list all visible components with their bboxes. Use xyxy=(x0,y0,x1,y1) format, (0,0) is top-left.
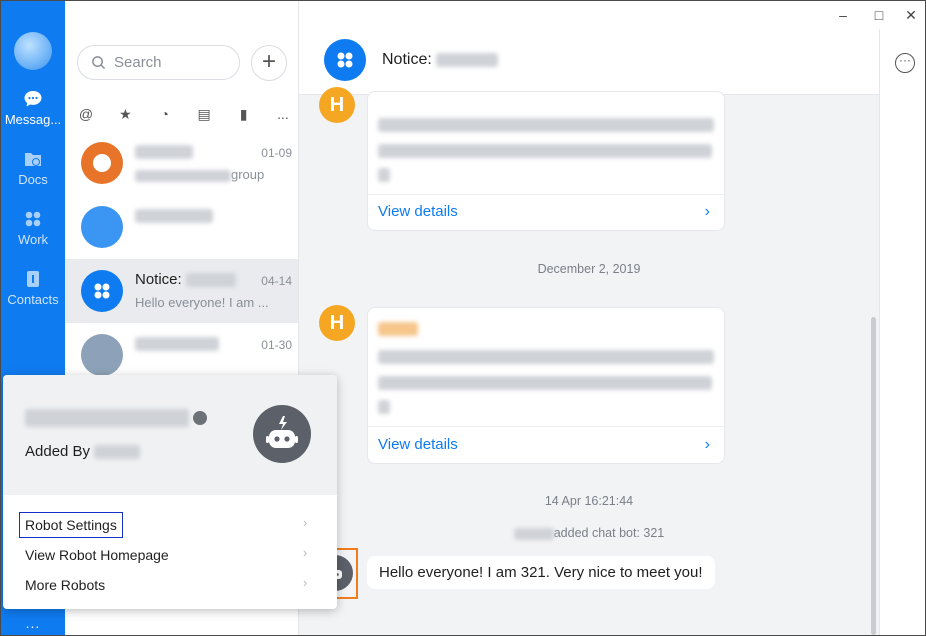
rail-item-contacts[interactable]: Contacts xyxy=(1,269,65,307)
window-titlebar: – □ ✕ xyxy=(299,1,925,29)
search-input[interactable]: Search xyxy=(77,45,240,80)
rail-item-messages[interactable]: Messag... xyxy=(1,89,65,127)
timestamp: December 2, 2019 xyxy=(537,262,641,276)
chat-title: Notice: xyxy=(382,51,499,69)
list-item[interactable]: Notice: 04-14 Hello everyone! I am ... xyxy=(65,259,298,323)
filter-bar: @ ★ ◔ ▤ ▮ ... xyxy=(77,105,292,123)
popup-header: Added By xyxy=(3,375,337,495)
conversation-date: 01-30 xyxy=(261,338,292,352)
rail-item-label: Docs xyxy=(18,172,48,187)
chevron-right-icon[interactable]: › xyxy=(705,436,710,454)
close-icon[interactable]: ✕ xyxy=(901,5,921,25)
chat-avatar[interactable] xyxy=(324,39,366,81)
grid-icon xyxy=(337,52,353,68)
add-button[interactable]: + xyxy=(251,45,287,81)
rail-more-button[interactable]: ... xyxy=(1,615,65,631)
rail-item-label: Work xyxy=(17,232,49,247)
sender-avatar: H xyxy=(319,305,355,341)
chevron-right-icon: › xyxy=(303,545,308,560)
robot-avatar xyxy=(253,405,311,463)
chevron-right-icon: › xyxy=(303,575,308,590)
conversation-name: Notice: xyxy=(135,271,236,288)
user-avatar[interactable] xyxy=(14,32,52,70)
chat-header: Notice: xyxy=(299,29,879,95)
list-item[interactable]: 01-09 group xyxy=(65,131,298,195)
conversation-date: 04-14 xyxy=(261,274,292,288)
conversation-name xyxy=(135,143,193,160)
timestamp: 14 Apr 16:21:44 xyxy=(544,494,634,508)
robot-popup: Added By Robot Settings › View Robot Hom… xyxy=(3,375,337,609)
conversation-preview: Hello everyone! I am ... xyxy=(135,295,269,310)
chat-bubble-icon xyxy=(24,91,42,107)
conversation-date: 01-09 xyxy=(261,146,292,160)
rail-item-label: Contacts xyxy=(7,292,59,307)
message-area: H View details › December 2, 2019 H View… xyxy=(299,87,879,635)
clock-icon[interactable]: ◔ xyxy=(156,105,174,123)
sender-avatar: H xyxy=(319,87,355,123)
minimize-icon[interactable]: – xyxy=(833,5,853,25)
more-icon[interactable]: ... xyxy=(274,105,292,123)
maximize-icon[interactable]: □ xyxy=(869,5,889,25)
conversation-name xyxy=(135,207,213,224)
star-icon[interactable]: ★ xyxy=(116,105,134,123)
rail-item-docs[interactable]: Docs xyxy=(1,149,65,187)
added-by: Added By xyxy=(25,443,141,460)
avatar xyxy=(81,206,123,248)
avatar xyxy=(81,142,123,184)
more-robots-item[interactable]: More Robots xyxy=(25,577,105,593)
archive-icon[interactable]: ▤ xyxy=(195,105,213,123)
system-note: added chat bot: 321 xyxy=(299,526,879,540)
more-options-icon[interactable]: ··· xyxy=(895,53,915,73)
rail-item-label: Messag... xyxy=(4,112,62,127)
message-card: View details › xyxy=(367,91,725,231)
search-placeholder: Search xyxy=(114,54,162,71)
file-icon[interactable]: ▮ xyxy=(235,105,253,123)
conversation-preview: group xyxy=(135,167,264,182)
contacts-icon xyxy=(27,271,39,287)
conversation-name xyxy=(135,335,219,352)
grid-icon xyxy=(94,283,110,299)
list-item[interactable] xyxy=(65,195,298,259)
view-details-link[interactable]: View details xyxy=(378,203,458,220)
robot-badge-icon xyxy=(193,411,208,425)
message-bubble: Hello everyone! I am 321. Very nice to m… xyxy=(367,556,715,589)
chevron-right-icon: › xyxy=(303,515,308,530)
rail-item-work[interactable]: Work xyxy=(1,209,65,247)
scrollbar[interactable] xyxy=(871,317,876,635)
robot-name xyxy=(25,409,208,427)
at-icon[interactable]: @ xyxy=(77,105,95,123)
message-card: View details › xyxy=(367,307,725,464)
view-robot-homepage-item[interactable]: View Robot Homepage xyxy=(25,547,169,563)
avatar xyxy=(81,334,123,376)
right-sidebar: ··· xyxy=(879,29,925,635)
robot-icon xyxy=(266,416,298,448)
avatar xyxy=(81,270,123,312)
docs-folder-icon xyxy=(25,153,41,166)
chevron-right-icon[interactable]: › xyxy=(705,203,710,221)
highlight-box-robot-settings xyxy=(19,512,123,538)
grid-icon xyxy=(25,211,41,227)
view-details-link[interactable]: View details xyxy=(378,436,458,453)
search-icon xyxy=(92,56,106,70)
app-window: Messag... Docs Work Contacts ... Search … xyxy=(0,0,926,636)
